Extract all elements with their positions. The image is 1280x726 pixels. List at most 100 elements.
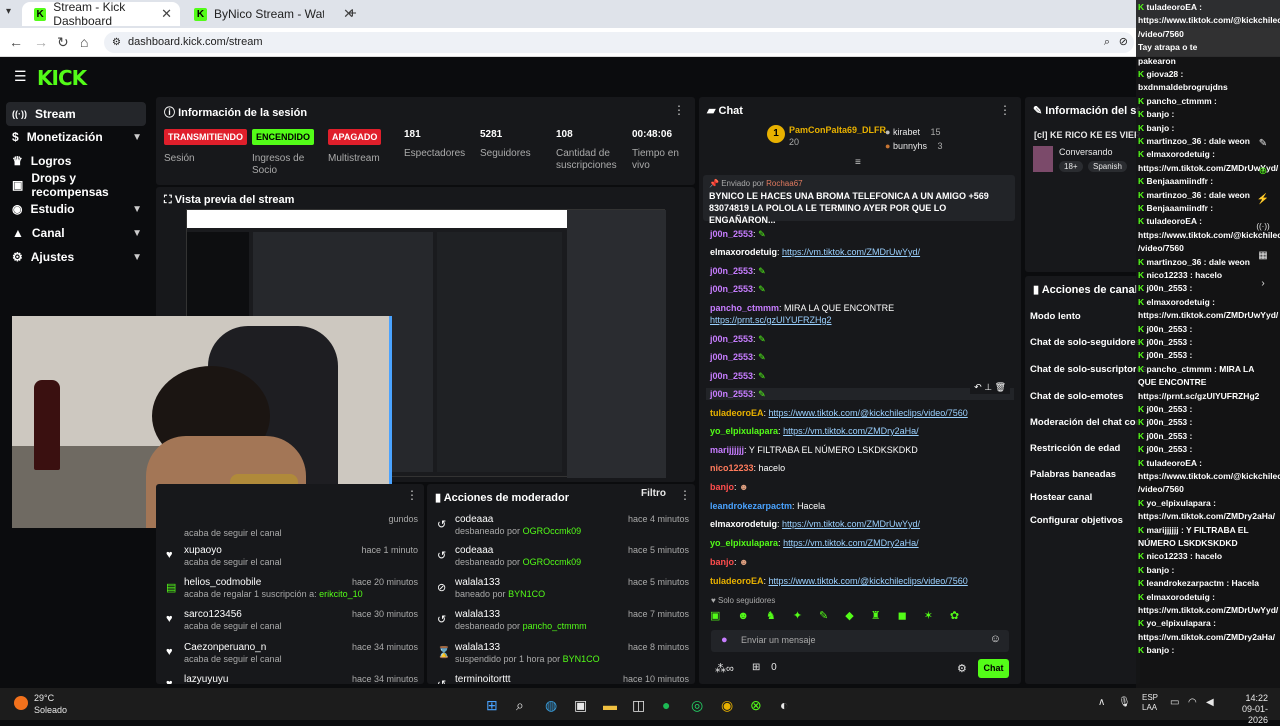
close-icon[interactable]: ✕ bbox=[161, 6, 172, 22]
mod-target-user[interactable]: walala133 bbox=[455, 577, 500, 588]
stream-icon[interactable]: ((·)) bbox=[1252, 222, 1274, 250]
action-emotes-only[interactable]: Chat de solo-emotes bbox=[1030, 391, 1123, 402]
emoji-icon[interactable]: ☺ bbox=[990, 633, 1001, 645]
chat-username[interactable]: banjo bbox=[710, 557, 734, 567]
site-info-icon[interactable]: ⚙ bbox=[112, 32, 121, 53]
search-icon[interactable]: ⌕ bbox=[516, 697, 524, 714]
mod-by-user[interactable]: BYN1CO bbox=[563, 654, 600, 664]
chat-username[interactable]: j00n_2553 bbox=[710, 229, 753, 239]
reply-icon[interactable]: ↶ bbox=[974, 382, 982, 392]
eye-off-icon[interactable]: ⊘ bbox=[1119, 32, 1128, 53]
edge-icon[interactable]: ◍ bbox=[545, 697, 557, 714]
mod-by-user[interactable]: OGROccmk09 bbox=[523, 557, 582, 567]
stream-category[interactable]: Conversando bbox=[1059, 147, 1113, 157]
network-icon[interactable]: ▭ bbox=[1170, 697, 1179, 708]
chat-username[interactable]: banjo bbox=[710, 482, 734, 492]
weather-icon[interactable] bbox=[14, 696, 28, 710]
action-banned-words[interactable]: Palabras baneadas bbox=[1030, 469, 1116, 480]
send-chat-button[interactable]: Chat bbox=[978, 659, 1009, 678]
mod-target-user[interactable]: codeaaa bbox=[455, 514, 493, 525]
sidebar-item-monetizacion[interactable]: $ Monetización ▼ bbox=[6, 125, 146, 149]
chat-username[interactable]: j00n_2553 bbox=[710, 352, 753, 362]
top-gifter-1[interactable]: 1 PamConPalta69_DLFR 20 bbox=[767, 125, 886, 147]
chat-username[interactable]: j00n_2553 bbox=[710, 389, 753, 399]
wifi-icon[interactable]: ◠ bbox=[1188, 697, 1197, 708]
mod-target-user[interactable]: codeaaa bbox=[455, 545, 493, 556]
chat-input[interactable]: ● Enviar un mensaje ☺ bbox=[711, 630, 1009, 652]
more-options-icon[interactable]: ⋮ bbox=[673, 103, 685, 117]
sidebar-item-stream[interactable]: ((·)) Stream bbox=[6, 102, 146, 126]
event-target[interactable]: erikcito_10 bbox=[319, 589, 363, 599]
xbox-icon[interactable]: ⊗ bbox=[750, 697, 762, 714]
action-followers-only[interactable]: Chat de solo-seguidores bbox=[1030, 337, 1141, 348]
mic-tray-icon[interactable]: 🎙 bbox=[1118, 697, 1131, 708]
obs-icon[interactable]: ◐ bbox=[780, 697, 788, 713]
chat-username[interactable]: tuladeoroEA bbox=[710, 576, 764, 586]
event-user[interactable]: helios_codmobile bbox=[184, 577, 261, 588]
mod-target-user[interactable]: terminoitorttt bbox=[455, 674, 511, 684]
tab-search-button[interactable]: ▾ bbox=[6, 6, 11, 17]
filter-button[interactable]: Filtro bbox=[641, 488, 666, 499]
chat-username[interactable]: tuladeoroEA bbox=[710, 408, 764, 418]
forward-icon[interactable]: → bbox=[34, 34, 48, 50]
more-options-icon[interactable]: ⋮ bbox=[406, 488, 418, 502]
chat-username[interactable]: j00n_2553 bbox=[710, 371, 753, 381]
mod-target-user[interactable]: walala133 bbox=[455, 642, 500, 653]
collapse-icon[interactable]: ≡ bbox=[855, 157, 861, 168]
chat-username[interactable]: nico12233 bbox=[710, 463, 754, 473]
arrow-right-icon[interactable]: › bbox=[1252, 278, 1274, 306]
back-icon[interactable]: ← bbox=[9, 34, 23, 50]
store-icon[interactable]: ▣ bbox=[574, 697, 587, 714]
mod-by-user[interactable]: OGROccmk09 bbox=[523, 526, 582, 536]
address-bar[interactable]: ⚙ dashboard.kick.com/stream ⌕ ⊘ bbox=[104, 32, 1134, 53]
zoom-icon[interactable]: ⌕ bbox=[1104, 32, 1110, 53]
event-user[interactable]: Caezonperuano_n bbox=[184, 642, 266, 653]
delete-icon[interactable]: 🗑 bbox=[995, 382, 1006, 392]
home-icon[interactable]: ⌂ bbox=[80, 34, 88, 50]
chat-username[interactable]: j00n_2553 bbox=[710, 266, 753, 276]
layout-icon[interactable]: ▦ bbox=[1252, 250, 1274, 278]
spotify-icon[interactable]: ● bbox=[662, 697, 670, 713]
tab-bynico-stream[interactable]: K ByNico Stream - Watch Live on ✕ bbox=[182, 2, 362, 26]
sidebar-item-logros[interactable]: ♛ Logros bbox=[6, 149, 146, 173]
volume-icon[interactable]: ◀ bbox=[1206, 697, 1214, 708]
chat-username[interactable]: elmaxorodetuig bbox=[710, 247, 777, 257]
tray-up-icon[interactable]: ∧ bbox=[1098, 697, 1105, 708]
chat-link[interactable]: https://www.tiktok.com/@kickchileclips/v… bbox=[769, 576, 968, 586]
chat-username[interactable]: pancho_ctmmm bbox=[710, 303, 779, 313]
reload-icon[interactable]: ↻ bbox=[57, 34, 69, 51]
tab-kick-dashboard[interactable]: K Stream - Kick Dashboard ✕ bbox=[22, 0, 180, 28]
new-tab-button[interactable]: + bbox=[348, 5, 357, 22]
chrome-icon[interactable]: ◉ bbox=[721, 697, 733, 714]
event-user[interactable]: xupaoyo bbox=[184, 545, 222, 556]
chat-username[interactable]: marijjjjjj bbox=[710, 445, 744, 455]
kick-logo[interactable]: KICK bbox=[37, 66, 87, 90]
chat-username[interactable]: leandrokezarpactm bbox=[710, 501, 792, 511]
flash-icon[interactable]: ⚡ bbox=[1252, 194, 1274, 222]
chat-link[interactable]: https://vm.tiktok.com/ZMDrUwYyd/ bbox=[782, 247, 920, 257]
app-icon[interactable]: ◫ bbox=[632, 697, 645, 714]
sidebar-item-canal[interactable]: ▲ Canal ▼ bbox=[6, 221, 146, 245]
mod-by-user[interactable]: pancho_ctmmm bbox=[523, 621, 587, 631]
system-clock[interactable]: 14:22 09-01-2026 bbox=[1222, 693, 1268, 726]
menu-icon[interactable]: ☰ bbox=[14, 68, 27, 85]
chat-link[interactable]: https://vm.tiktok.com/ZMDry2aHa/ bbox=[783, 538, 919, 548]
chat-username[interactable]: yo_elpixulapara bbox=[710, 538, 778, 548]
action-ai-moderation[interactable]: Moderación del chat con IA bbox=[1030, 417, 1138, 428]
more-options-icon[interactable]: ⋮ bbox=[999, 103, 1011, 117]
pinned-author[interactable]: Rochaa67 bbox=[766, 179, 802, 188]
chat-username[interactable]: j00n_2553 bbox=[710, 334, 753, 344]
more-options-icon[interactable]: ⋮ bbox=[679, 488, 691, 502]
top-gifter-2[interactable]: ● kirabet 15 bbox=[885, 127, 940, 137]
chat-username[interactable]: yo_elpixulapara bbox=[710, 426, 778, 436]
sidebar-item-ajustes[interactable]: ⚙ Ajustes ▼ bbox=[6, 245, 146, 269]
chat-link[interactable]: https://www.tiktok.com/@kickchileclips/v… bbox=[769, 408, 968, 418]
sidebar-item-estudio[interactable]: ◉ Estudio ▼ bbox=[6, 197, 146, 221]
top-gifter-3[interactable]: ● bunnyhs 3 bbox=[885, 141, 943, 151]
sidebar-item-drops[interactable]: ▣ Drops y recompensas bbox=[6, 171, 146, 199]
action-set-goals[interactable]: Configurar objetivos bbox=[1030, 515, 1123, 526]
language-indicator[interactable]: ESP LAA bbox=[1142, 693, 1158, 713]
event-user[interactable]: lazyuyuyu bbox=[184, 674, 228, 684]
action-slow-mode[interactable]: Modo lento bbox=[1030, 311, 1081, 322]
chat-link[interactable]: https://vm.tiktok.com/ZMDrUwYyd/ bbox=[782, 519, 920, 529]
